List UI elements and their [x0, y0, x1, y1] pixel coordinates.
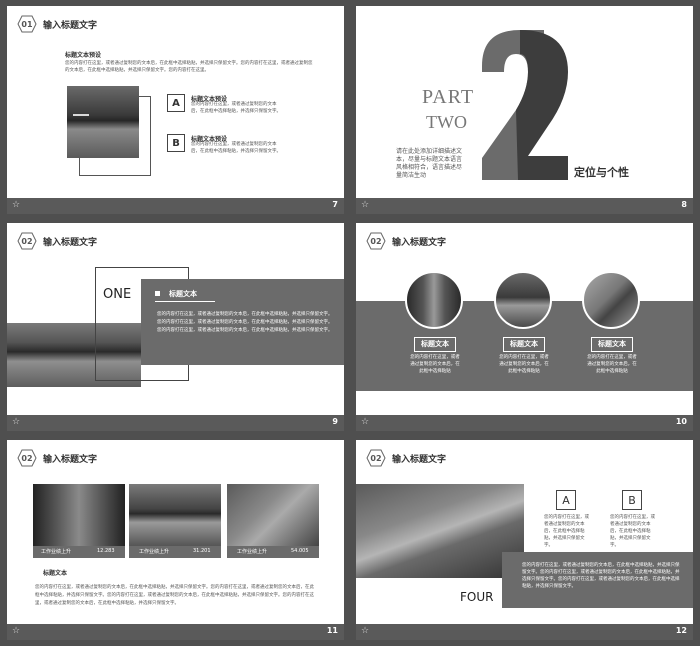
- lake-photo: [67, 86, 139, 158]
- section-number: 02: [21, 236, 33, 246]
- section-number: 01: [21, 19, 33, 29]
- hexagon-badge: 02: [366, 449, 386, 467]
- subtitle: 标题文本预设: [65, 52, 102, 59]
- logo-icon: ☆: [361, 417, 370, 427]
- hexagon-badge: 02: [17, 232, 37, 250]
- hexagon-badge: 02: [17, 449, 37, 467]
- caption-title: 定位与个性: [574, 166, 629, 179]
- logo-icon: ☆: [12, 626, 21, 636]
- item-b-text: 您的内容打在这里，或者通过复制您的文本后，在此框中选择粘贴，并选择只保留文字。: [191, 142, 281, 154]
- panel-label: 标题文本: [169, 290, 197, 298]
- slide-title: 输入标题文字: [43, 454, 98, 465]
- stat-label-1: 工作业绩上升: [41, 549, 72, 555]
- slide-header: 01 输入标题文字: [17, 14, 97, 34]
- card-label-2: 标题文本: [510, 340, 538, 348]
- item-a-text: 您的内容打在这里，或者通过复制您的文本后，在此框中选择粘贴，并选择只保留文字。: [191, 102, 281, 114]
- page-number: 10: [675, 417, 687, 426]
- photo-lake: [129, 484, 221, 546]
- logo-icon: ☆: [12, 200, 21, 210]
- page-number: 11: [326, 626, 338, 635]
- card-text-1: 您的内容打在这里，或者通过复制您的文本后，在此框中选择粘贴: [410, 355, 460, 374]
- slide-title: 输入标题文字: [392, 454, 447, 465]
- slide-9[interactable]: 02 输入标题文字 ONE 标题文本 您的内容打在这里，或者通过复制您的文本后，…: [7, 223, 344, 431]
- page-number: 8: [681, 200, 687, 209]
- slide-footer: ☆ 8: [356, 198, 693, 214]
- page-number: 7: [332, 200, 338, 209]
- slide-footer: ☆ 11: [7, 624, 344, 640]
- slide-footer: ☆ 9: [7, 415, 344, 431]
- stat-value-1: 12.283: [97, 548, 115, 554]
- slide-8[interactable]: PART TWO 2 请在此处添加详细描述文本，尽量与标题文本语言风格相符合，语…: [356, 6, 693, 214]
- slide-header: 02 输入标题文字: [366, 231, 446, 251]
- photo-city: [33, 484, 125, 546]
- circle-photo-lake: [494, 271, 552, 329]
- slide-footer: ☆ 12: [356, 624, 693, 640]
- coast-photo: [356, 484, 524, 578]
- stat-value-3: 54.005: [291, 548, 309, 554]
- panel-text: 您的内容打在这里，或者通过复制您的文本后，在此框中选择粘贴，并选择只保留文字。您…: [157, 312, 333, 333]
- item-b-text: 您的内容打在这里，或者通过复制您的文本后，在此框中选择粘贴，并选择只保留文字。: [610, 515, 655, 548]
- four-label: FOUR: [460, 590, 494, 604]
- letter-box-b: B: [167, 134, 185, 152]
- slide-footer: ☆ 10: [356, 415, 693, 431]
- section-number: 02: [370, 236, 382, 246]
- one-label: ONE: [103, 287, 132, 302]
- letter-box-b: B: [622, 490, 642, 510]
- subtitle: 标题文本: [43, 570, 68, 577]
- slide-10[interactable]: 02 输入标题文字 标题文本 您的内容打在这里，或者通过复制您的文本后，在此框中…: [356, 223, 693, 431]
- dock-icon: [73, 114, 89, 116]
- bullet-square: [155, 291, 160, 296]
- card-text-2: 您的内容打在这里，或者通过复制您的文本后，在此框中选择粘贴: [499, 355, 549, 374]
- letter-box-a: A: [167, 94, 185, 112]
- logo-icon: ☆: [361, 626, 370, 636]
- body-text: 您的内容打在这里，或者通过复制您的文本后，在此框中选择粘贴，并选择只保留文字。您…: [35, 585, 314, 606]
- stat-value-2: 31.201: [193, 548, 211, 554]
- slide-header: 02 输入标题文字: [17, 231, 97, 251]
- card-text-3: 您的内容打在这里，或者通过复制您的文本后，在此框中选择粘贴: [587, 355, 637, 374]
- card-label-1: 标题文本: [421, 340, 449, 348]
- section-number: 02: [21, 453, 33, 463]
- slide-7[interactable]: 01 输入标题文字 标题文本预设 您的内容打在这里，或者通过复制您的文本后，在此…: [7, 6, 344, 214]
- page-number: 12: [675, 626, 687, 635]
- big-digit-two: [482, 30, 568, 180]
- underline: [155, 301, 215, 302]
- section-number: 02: [370, 453, 382, 463]
- slide-footer: ☆ 7: [7, 198, 344, 214]
- stat-label-3: 工作业绩上升: [237, 549, 268, 555]
- circle-photo-coast: [582, 271, 640, 329]
- item-a-text: 您的内容打在这里，或者通过复制您的文本后，在此框中选择粘贴，并选择只保留文字。: [544, 515, 589, 548]
- intro-text: 您的内容打在这里，或者通过复制您的文本后，在此框中选择粘贴，并选择只保留文字。您…: [65, 61, 313, 73]
- card-label-3: 标题文本: [598, 340, 626, 348]
- letter-box-a: A: [556, 490, 576, 510]
- description-text: 请在此处添加详细描述文本，尽量与标题文本语言风格相符合，语言描述尽量简洁生动: [396, 148, 463, 179]
- slide-header: 02 输入标题文字: [366, 448, 446, 468]
- slide-header: 02 输入标题文字: [17, 448, 97, 468]
- slide-12[interactable]: 02 输入标题文字 A B 您的内容打在这里，或者通过复制您的文本后，在此框中选…: [356, 440, 693, 640]
- photo-coast: [227, 484, 319, 546]
- stat-label-2: 工作业绩上升: [139, 549, 170, 555]
- logo-icon: ☆: [361, 200, 370, 210]
- hexagon-badge: 01: [17, 15, 37, 33]
- slide-11[interactable]: 02 输入标题文字 工作业绩上升 12.283 工作业绩上升 31.201 工作…: [7, 440, 344, 640]
- two-label: TWO: [426, 112, 467, 132]
- page-number: 9: [332, 417, 338, 426]
- circle-photo-city: [405, 271, 463, 329]
- part-label: PART: [422, 86, 475, 108]
- slide-title: 输入标题文字: [43, 20, 98, 31]
- slide-title: 输入标题文字: [392, 237, 447, 248]
- panel-text: 您的内容打在这里，或者通过复制您的文本后，在此框中选择粘贴，并选择只保留文字。您…: [522, 563, 680, 589]
- slide-title: 输入标题文字: [43, 237, 98, 248]
- logo-icon: ☆: [12, 417, 21, 427]
- hexagon-badge: 02: [366, 232, 386, 250]
